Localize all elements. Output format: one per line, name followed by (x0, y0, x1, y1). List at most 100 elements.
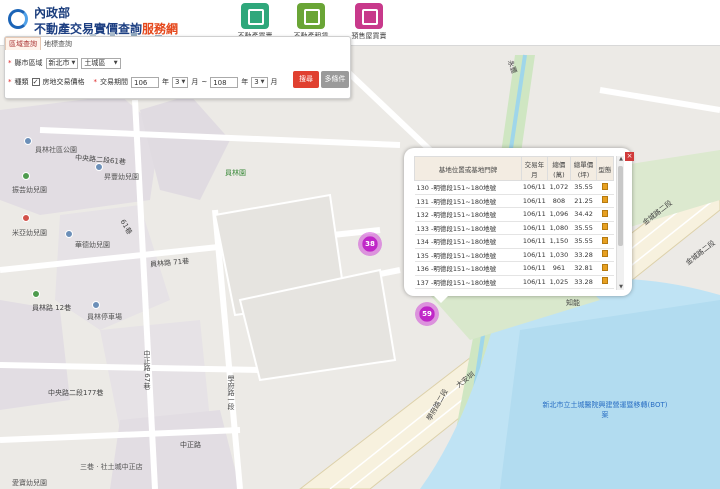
year-from-input[interactable]: 106 (131, 76, 159, 88)
store-pin-icon[interactable] (22, 214, 30, 222)
month-to-value: 3 (254, 78, 259, 86)
presale-icon (355, 3, 383, 29)
unit-price-cell: 33.28 (570, 248, 597, 262)
total-price-cell: 1,030 (547, 248, 571, 262)
total-price-cell: 1,096 (547, 207, 571, 222)
date-cell: 106/11 (521, 207, 548, 222)
total-price-cell: 1,025 (547, 275, 571, 289)
chevron-down-icon: ▼ (107, 60, 118, 66)
address-text: -明德段151~180地號 (431, 211, 497, 220)
date-cell: 106/11 (521, 221, 548, 235)
park-pin-icon[interactable] (32, 290, 40, 298)
school-pin-icon[interactable] (65, 230, 73, 238)
table-row[interactable]: 130 -明德段151~180地號 106/11 1,072 35.55 (414, 180, 614, 195)
park-label: 振芸幼兒園 (12, 186, 47, 194)
address-text: -明德段151~180地號 (431, 265, 497, 274)
scroll-down-icon[interactable]: ▼ (617, 284, 625, 290)
cluster-marker[interactable]: 38 (358, 232, 382, 256)
type-checkbox[interactable]: ✓ (31, 78, 40, 86)
required-mark: * (8, 78, 12, 86)
document-icon[interactable] (601, 223, 608, 231)
unit-price-cell: 35.55 (570, 180, 597, 195)
more-conditions-button[interactable]: 多條件 (321, 71, 349, 88)
unit-price-cell: 35.55 (570, 221, 597, 235)
tab-area-search[interactable]: 區域查詢 (5, 37, 41, 50)
park-pin-icon[interactable] (22, 172, 30, 180)
address-cell: 136 -明德段151~180地號 (414, 261, 522, 276)
school-pin-icon[interactable] (95, 163, 103, 171)
chevron-down-icon: ▼ (71, 60, 76, 66)
transaction-table-wrap[interactable]: 基地位置或基地門牌 交易年月 總價(萬) 總單價(坪) 型態 130 -明德段1… (414, 156, 614, 290)
kindergarten-label: 華德幼兒園 (75, 241, 110, 249)
table-row[interactable]: 133 -明德段151~180地號 106/11 1,080 35.55 (414, 221, 614, 235)
document-icon[interactable] (601, 236, 608, 244)
unit-price-cell: 34.42 (570, 207, 597, 222)
type-label: 種類 (14, 78, 29, 86)
table-row[interactable]: 131 -明德段151~180地號 106/11 808 21.25 (414, 194, 614, 208)
road-label: 中正路 (180, 441, 201, 449)
document-icon[interactable] (601, 196, 608, 204)
year-to-input[interactable]: 108 (210, 76, 239, 88)
year-unit: 年 (241, 78, 249, 86)
table-row[interactable]: 136 -明德段151~180地號 106/11 961 32.81 (414, 261, 614, 276)
date-cell: 106/11 (521, 261, 548, 276)
address-text: -明德段151~180地號 (431, 197, 497, 206)
district-value: 土城區 (84, 59, 106, 67)
type-cell (596, 248, 614, 262)
month-from-select[interactable]: 3 ▼ (172, 76, 189, 88)
school-pin-icon[interactable] (24, 137, 32, 145)
district-select[interactable]: 土城區 ▼ (81, 57, 121, 69)
unit-price-cell: 21.25 (570, 194, 597, 208)
parking-pin-icon[interactable] (92, 301, 100, 309)
kindergarten-label: 米亞幼兒園 (12, 229, 47, 237)
search-button[interactable]: 搜尋 (293, 71, 319, 88)
table-row[interactable]: 135 -明德段151~180地號 106/11 1,030 33.28 (414, 248, 614, 262)
popup-scrollbar[interactable]: ▲ ▼ (616, 156, 624, 290)
table-row[interactable]: 132 -明德段151~180地號 106/11 1,096 34.42 (414, 207, 614, 222)
col-header: 型態 (595, 156, 614, 181)
address-cell: 134 -明德段151~180地號 (414, 234, 522, 249)
total-price-cell: 808 (547, 194, 571, 208)
row-number: 132 (416, 211, 429, 220)
scroll-thumb[interactable] (618, 166, 623, 246)
tab-landmark-search[interactable]: 地標查詢 (41, 38, 75, 51)
month-to-select[interactable]: 3 ▼ (251, 76, 268, 88)
transaction-popup: × 基地位置或基地門牌 交易年月 總價(萬) 總單價(坪) 型態 130 -明德… (404, 148, 634, 303)
city-value: 新北市 (48, 59, 70, 67)
row-number: 133 (416, 224, 429, 233)
table-row[interactable]: 137 -明德段151~180地號 106/11 1,025 33.28 (414, 275, 614, 289)
date-cell: 106/11 (521, 194, 548, 208)
logo-ministry: 內政部 (34, 6, 71, 20)
store-label: 三巷 · 社土城中正店 (80, 463, 143, 471)
document-icon[interactable] (601, 263, 608, 271)
type-cell (596, 180, 614, 195)
required-mark: * (8, 59, 12, 67)
unit-price-cell: 33.28 (570, 275, 597, 289)
col-header: 交易年月 (520, 156, 548, 181)
document-icon[interactable] (601, 277, 608, 285)
school-label: 員林社區公園 (35, 146, 77, 154)
address-text: -明德段151~180地號 (431, 224, 497, 233)
table-header-row: 基地位置或基地門牌 交易年月 總價(萬) 總單價(坪) 型態 (414, 156, 614, 181)
address-cell: 137 -明德段151~180地號 (414, 275, 522, 289)
scroll-up-icon[interactable]: ▲ (617, 156, 625, 162)
total-price-cell: 1,080 (547, 221, 571, 235)
month-unit: 月 (191, 78, 199, 86)
document-icon[interactable] (601, 182, 608, 190)
address-text: -明德段151~180地號 (431, 238, 497, 247)
row-number: 137 (416, 278, 429, 287)
row-number: 130 (416, 184, 429, 193)
address-cell: 130 -明德段151~180地號 (414, 180, 522, 195)
parking-label: 員林停車場 (87, 313, 122, 321)
road-label: 知能 (566, 299, 580, 307)
close-icon[interactable]: × (625, 152, 634, 161)
document-icon[interactable] (601, 250, 608, 258)
address-cell: 131 -明德段151~180地號 (414, 194, 522, 208)
table-row[interactable]: 134 -明德段151~180地號 106/11 1,150 35.55 (414, 234, 614, 249)
road-label: 學府路一段 (227, 375, 235, 410)
row-number: 131 (416, 197, 429, 206)
unit-price-cell: 32.81 (570, 261, 597, 276)
city-select[interactable]: 新北市 ▼ (45, 57, 79, 69)
document-icon[interactable] (601, 209, 608, 217)
month-from-value: 3 (175, 78, 180, 86)
